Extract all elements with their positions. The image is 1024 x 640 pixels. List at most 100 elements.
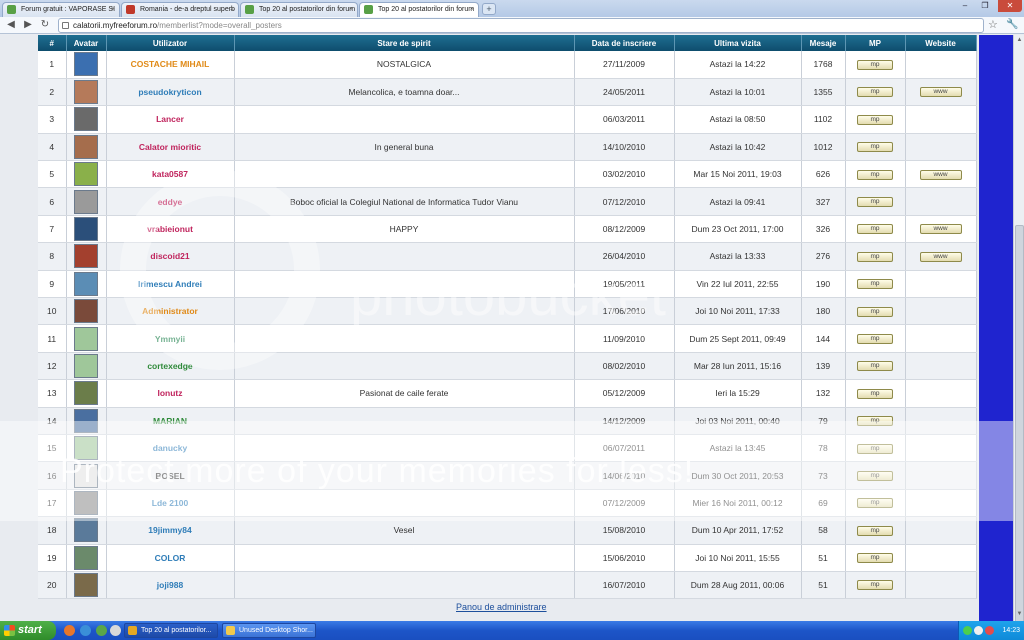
username-link[interactable]: Ionutz [106,379,235,408]
tab-close-icon[interactable]: × [230,3,234,16]
private-message-button[interactable]: mp [857,416,893,427]
browser-tab-active[interactable]: Top 20 al postatorilor din forum × [359,2,479,17]
avatar[interactable] [74,463,98,488]
avatar[interactable] [74,217,98,242]
address-bar[interactable]: calatorii.myfreeforum.ro/memberlist?mode… [58,18,984,33]
private-message-button[interactable]: mp [857,388,893,399]
username-link[interactable]: danucky [106,434,235,463]
wrench-menu-icon[interactable]: 🔧 [1006,19,1018,31]
minimize-icon[interactable]: – [956,0,974,12]
maximize-icon[interactable]: ❐ [976,0,994,12]
avatar[interactable] [74,573,98,598]
private-message-button[interactable]: mp [857,169,893,180]
username-link[interactable]: discoid21 [106,242,235,271]
username-link[interactable]: kata0587 [106,160,235,189]
avatar[interactable] [74,271,98,296]
username-link[interactable]: cortexedge [106,352,235,381]
private-message-button[interactable]: mp [857,470,893,481]
avatar[interactable] [74,381,98,406]
username-link[interactable]: COSTACHE MIHAIL [106,51,235,79]
avatar[interactable] [74,436,98,461]
private-message-button[interactable]: mp [857,333,893,344]
username-link[interactable]: pseudokryticon [106,78,235,107]
website-button[interactable]: www [919,224,962,235]
private-message-button[interactable]: mp [857,580,893,591]
private-message-button[interactable]: mp [857,224,893,235]
tab-close-icon[interactable]: × [470,3,474,16]
close-window-icon[interactable]: ✕ [998,0,1022,12]
username-link[interactable]: 19jimmy84 [106,516,235,545]
private-message-button[interactable]: mp [857,59,893,70]
avatar[interactable] [74,518,98,543]
username-link[interactable]: eddye [106,187,235,216]
website-button[interactable]: www [919,87,962,98]
tab-close-icon[interactable]: × [111,3,115,16]
username-link[interactable]: MARIAN [106,407,235,435]
quick-launch-icon[interactable] [110,625,121,636]
forward-icon[interactable]: ▶ [21,19,35,32]
ie-icon[interactable] [80,625,91,636]
bookmark-star-icon[interactable]: ☆ [988,19,998,31]
column-header[interactable]: Data de inscriere [574,35,675,51]
private-message-button[interactable]: mp [857,114,893,125]
reload-icon[interactable]: ↻ [38,19,52,32]
avatar[interactable] [74,326,98,351]
avatar[interactable] [74,353,98,378]
new-tab-button[interactable]: + [482,3,496,15]
username-link[interactable]: joji988 [106,571,235,600]
avatar[interactable] [74,490,98,515]
avatar[interactable] [74,244,98,269]
private-message-button[interactable]: mp [857,197,893,208]
username-link[interactable]: Irimescu Andrei [106,270,235,299]
avatar[interactable] [74,299,98,324]
username-link[interactable]: Ymmyii [106,324,235,353]
avatar[interactable] [74,545,98,570]
private-message-button[interactable]: mp [857,443,893,454]
private-message-button[interactable]: mp [857,87,893,98]
avatar[interactable] [74,162,98,187]
chrome-icon[interactable] [96,625,107,636]
username-link[interactable]: Calator mioritic [106,133,235,162]
taskbar-window-button[interactable]: Unused Desktop Shor... [222,623,316,638]
private-message-button[interactable]: mp [857,306,893,317]
volume-icon[interactable] [974,626,983,635]
column-header[interactable]: Utilizator [106,35,235,51]
column-header[interactable]: Ultima vizita [674,35,802,51]
page-scrollbar[interactable]: ▲ ▼ [1013,35,1024,640]
avatar[interactable] [74,408,98,433]
private-message-button[interactable]: mp [857,279,893,290]
private-message-button[interactable]: mp [857,525,893,536]
username-link[interactable]: BOSEL [106,461,235,490]
private-message-button[interactable]: mp [857,498,893,509]
network-icon[interactable] [963,626,972,635]
browser-tab[interactable]: Forum gratuit : VAPORASE SI × [2,2,120,17]
username-link[interactable]: Lde 2100 [106,489,235,518]
browser-tab[interactable]: Romania - de-a dreptul superb × [121,2,239,17]
column-header[interactable]: Mesaje [801,35,846,51]
scroll-up-icon[interactable]: ▲ [1015,36,1024,45]
taskbar-window-button[interactable]: Top 20 al postatorilor... [124,623,218,638]
avatar[interactable] [74,134,98,159]
admin-panel-link[interactable]: Panou de administrare [456,602,547,612]
website-button[interactable]: www [919,169,962,180]
username-link[interactable]: Administrator [106,297,235,326]
tab-close-icon[interactable]: × [349,3,353,16]
private-message-button[interactable]: mp [857,142,893,153]
scroll-down-icon[interactable]: ▼ [1015,610,1024,619]
back-icon[interactable]: ◀ [4,19,18,32]
avatar[interactable] [74,107,98,132]
scrollbar-thumb[interactable] [1015,225,1024,640]
security-icon[interactable] [985,626,994,635]
firefox-icon[interactable] [64,625,75,636]
private-message-button[interactable]: mp [857,361,893,372]
avatar[interactable] [74,52,98,77]
browser-tab[interactable]: Top 20 al postatorilor din forum × [240,2,358,17]
website-button[interactable]: www [919,251,962,262]
username-link[interactable]: COLOR [106,544,235,572]
private-message-button[interactable]: mp [857,251,893,262]
avatar[interactable] [74,80,98,105]
avatar[interactable] [74,189,98,214]
start-button[interactable]: start [0,621,56,640]
username-link[interactable]: Lancer [106,105,235,134]
private-message-button[interactable]: mp [857,553,893,564]
